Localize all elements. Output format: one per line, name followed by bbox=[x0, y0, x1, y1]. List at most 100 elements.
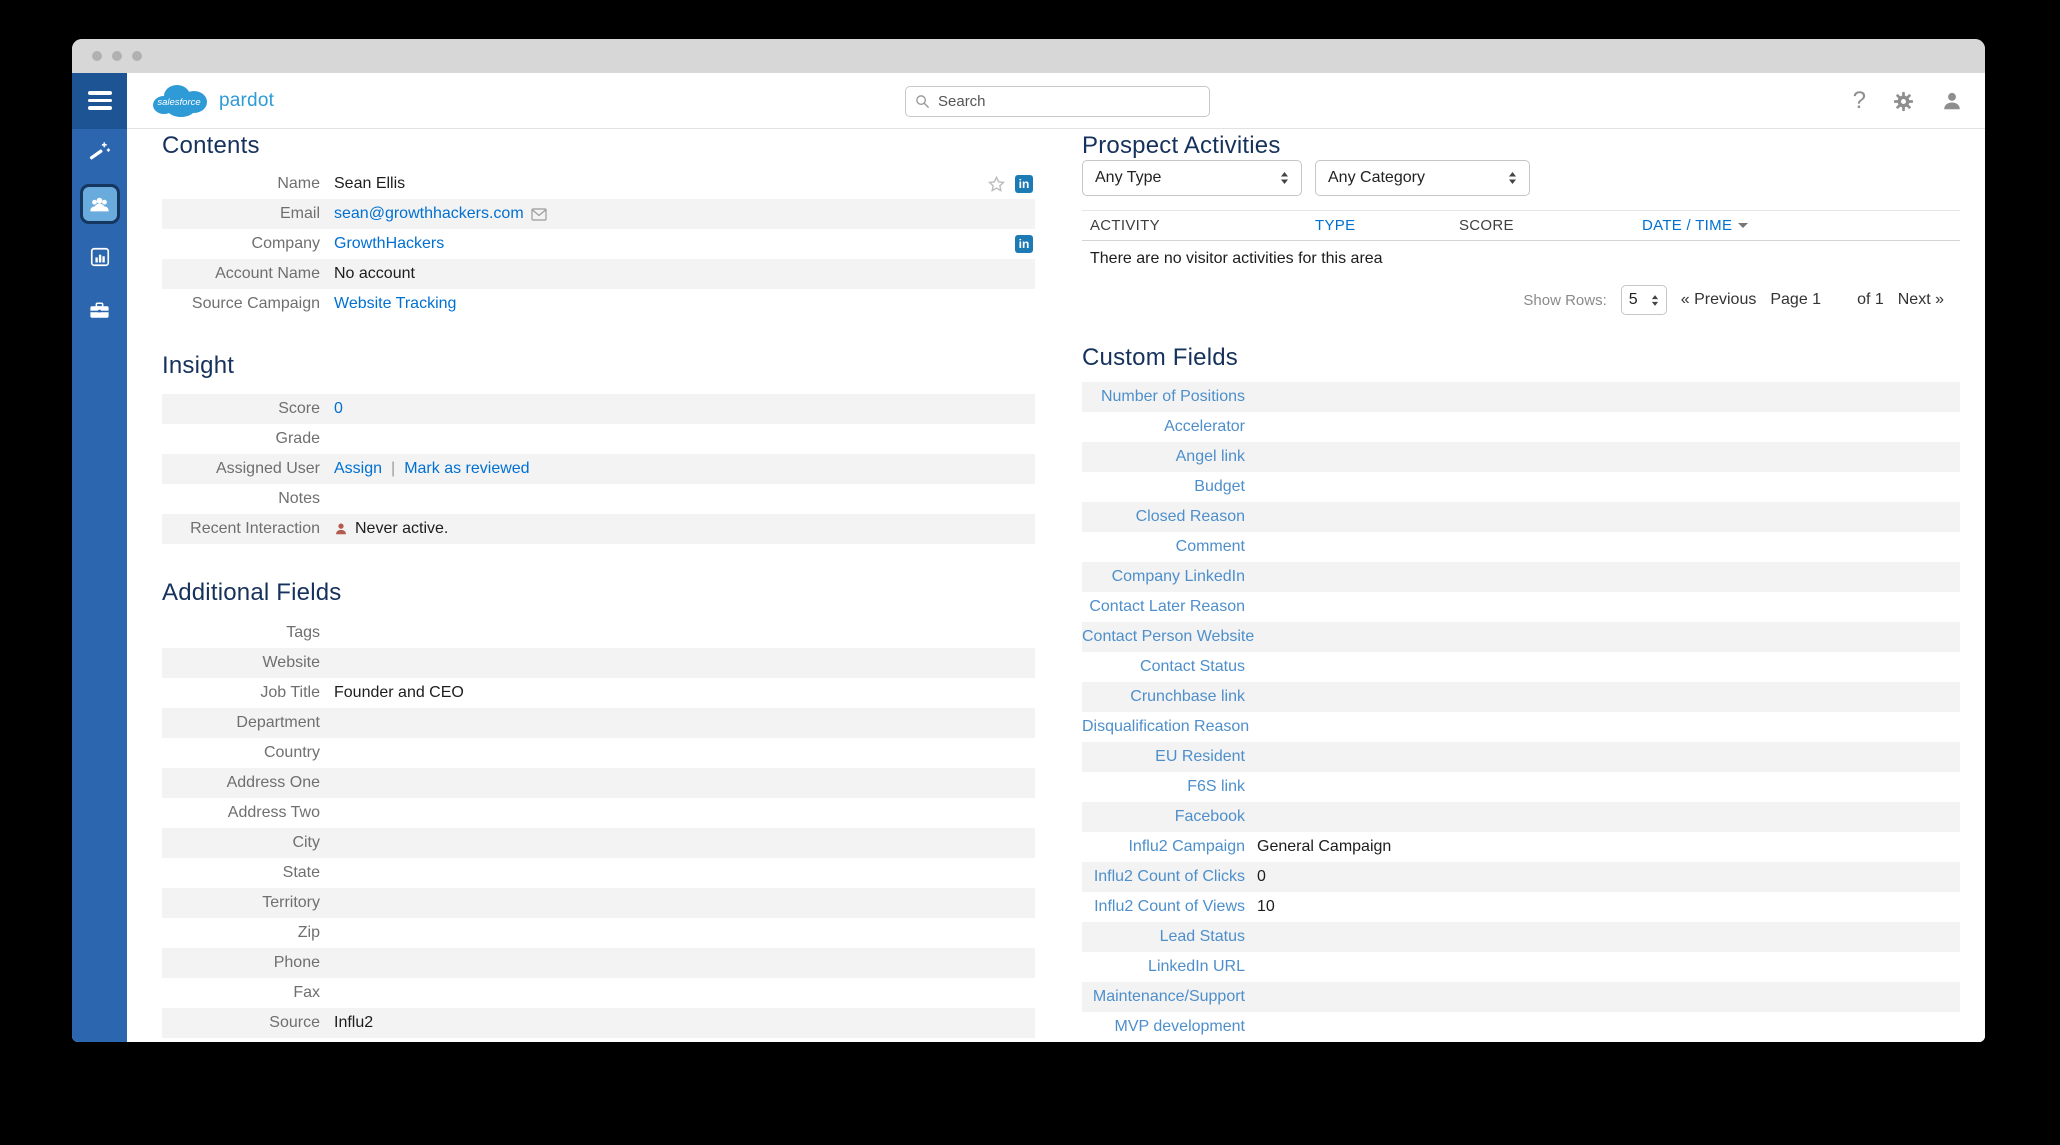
custom-field-link[interactable]: Budget bbox=[1082, 478, 1245, 496]
field-label: Company bbox=[251, 235, 320, 252]
field-link[interactable]: Mark as reviewed bbox=[404, 460, 529, 478]
field-row: Score 0 bbox=[162, 394, 1035, 424]
field-row: MVP development bbox=[1082, 1012, 1960, 1042]
custom-field-link[interactable]: Closed Reason bbox=[1082, 508, 1245, 526]
next-page-button[interactable]: Next » bbox=[1898, 291, 1944, 309]
window-close-button[interactable] bbox=[92, 51, 102, 61]
custom-field-link[interactable]: F6S link bbox=[1082, 778, 1245, 796]
custom-field-link[interactable]: Lead Status bbox=[1082, 928, 1245, 946]
activity-type-select[interactable]: Any Type bbox=[1082, 160, 1302, 196]
custom-field-link[interactable]: EU Resident bbox=[1082, 748, 1245, 766]
hamburger-menu-button[interactable] bbox=[72, 72, 127, 129]
column-header-type[interactable]: TYPE bbox=[1315, 217, 1459, 234]
field-text: Founder and CEO bbox=[334, 684, 464, 701]
select-stepper-icon bbox=[1281, 172, 1288, 184]
window-zoom-button[interactable] bbox=[132, 51, 142, 61]
column-header-label: ACTIVITY bbox=[1090, 217, 1160, 234]
field-label: Fax bbox=[293, 984, 320, 1001]
row-trailing-icons: in bbox=[987, 175, 1033, 194]
field-row: Influ2 Count of Views 10 bbox=[1082, 892, 1960, 922]
field-value: Never active. bbox=[334, 520, 1035, 538]
field-row: Contact Later Reason bbox=[1082, 592, 1960, 622]
row-trailing-icons: in bbox=[1015, 235, 1033, 253]
field-text: 10 bbox=[1257, 898, 1275, 915]
activity-category-select[interactable]: Any Category bbox=[1315, 160, 1530, 196]
sidebar-item-reports[interactable] bbox=[80, 237, 120, 277]
custom-field-link[interactable]: Number of Positions bbox=[1082, 388, 1245, 406]
field-value: Assign | Mark as reviewed bbox=[334, 460, 1035, 478]
sort-caret-icon bbox=[1738, 223, 1749, 228]
field-label: Department bbox=[236, 714, 320, 731]
field-value: 0 bbox=[334, 400, 1035, 418]
field-row: Recent Interaction Never active. bbox=[162, 514, 1035, 544]
sidebar-item-marketing[interactable] bbox=[80, 290, 120, 330]
field-label: Tags bbox=[286, 624, 320, 641]
custom-field-link[interactable]: LinkedIn URL bbox=[1082, 958, 1245, 976]
sidebar-item-prospects[interactable] bbox=[79, 184, 120, 224]
field-label: Website bbox=[262, 654, 320, 671]
field-value: 10 bbox=[1257, 898, 1960, 916]
show-rows-value: 5 bbox=[1628, 291, 1638, 308]
custom-field-link[interactable]: Maintenance/Support bbox=[1082, 988, 1245, 1006]
custom-field-link[interactable]: Contact Person Website bbox=[1082, 628, 1254, 646]
field-row: Name Sean Ellis in bbox=[162, 169, 1035, 199]
field-link[interactable]: 0 bbox=[334, 400, 343, 418]
custom-field-link[interactable]: Contact Later Reason bbox=[1082, 598, 1245, 616]
field-row: Budget bbox=[1082, 472, 1960, 502]
field-label: Territory bbox=[262, 894, 320, 911]
field-text: No account bbox=[334, 265, 415, 282]
field-row: Grade bbox=[162, 424, 1035, 454]
custom-field-link[interactable]: Disqualification Reason bbox=[1082, 718, 1249, 736]
custom-field-link[interactable]: Angel link bbox=[1082, 448, 1245, 466]
activity-table-header: ACTIVITY TYPE SCORE DATE / TIME bbox=[1082, 210, 1960, 241]
custom-field-link[interactable]: Contact Status bbox=[1082, 658, 1245, 676]
field-row: Number of Positions bbox=[1082, 382, 1960, 412]
custom-field-link[interactable]: Crunchbase link bbox=[1082, 688, 1245, 706]
insight-field-list: Score 0 Grade Assigned User Assign | Mark as r… bbox=[162, 394, 1035, 544]
search-input[interactable] bbox=[905, 86, 1210, 117]
field-text: Never active. bbox=[355, 520, 449, 537]
global-search bbox=[905, 86, 1210, 117]
envelope-icon[interactable] bbox=[531, 207, 547, 221]
field-link[interactable]: Website Tracking bbox=[334, 295, 456, 313]
help-icon[interactable]: ? bbox=[1853, 89, 1866, 113]
custom-field-link[interactable]: Company LinkedIn bbox=[1082, 568, 1245, 586]
custom-field-link[interactable]: Influ2 Count of Clicks bbox=[1082, 868, 1245, 886]
custom-field-link[interactable]: Comment bbox=[1082, 538, 1245, 556]
additional-field-list: Tags Website Job Title Founder and CEO Depar… bbox=[162, 618, 1035, 1038]
field-text: Sean Ellis bbox=[334, 175, 406, 192]
linkedin-icon[interactable]: in bbox=[1015, 235, 1033, 253]
field-row: Angel link bbox=[1082, 442, 1960, 472]
field-label: Source bbox=[269, 1014, 320, 1031]
show-rows-select[interactable]: 5 bbox=[1620, 285, 1667, 315]
window-minimize-button[interactable] bbox=[112, 51, 122, 61]
field-link[interactable]: GrowthHackers bbox=[334, 235, 444, 253]
custom-field-link[interactable]: Influ2 Campaign bbox=[1082, 838, 1245, 856]
field-row: Crunchbase link bbox=[1082, 682, 1960, 712]
user-icon[interactable] bbox=[1941, 90, 1963, 112]
field-label: Address Two bbox=[227, 804, 320, 821]
column-header-date-time[interactable]: DATE / TIME bbox=[1642, 217, 1960, 234]
star-icon[interactable] bbox=[987, 175, 1006, 194]
custom-field-link[interactable]: Facebook bbox=[1082, 808, 1245, 826]
field-value: No account bbox=[334, 265, 1035, 283]
custom-field-link[interactable]: Accelerator bbox=[1082, 418, 1245, 436]
field-label: Job Title bbox=[260, 684, 320, 701]
custom-field-link[interactable]: Influ2 Count of Views bbox=[1082, 898, 1245, 916]
field-label: Account Name bbox=[215, 265, 320, 282]
gear-icon[interactable] bbox=[1892, 90, 1915, 113]
briefcase-icon bbox=[90, 301, 109, 318]
field-row: Website bbox=[162, 648, 1035, 678]
field-value: Founder and CEO bbox=[334, 684, 1035, 702]
field-row: Closed Reason bbox=[1082, 502, 1960, 532]
field-value: Influ2 bbox=[334, 1014, 1035, 1032]
field-link[interactable]: Assign bbox=[334, 460, 382, 478]
field-row: City bbox=[162, 828, 1035, 858]
custom-field-link[interactable]: MVP development bbox=[1082, 1018, 1245, 1036]
field-row: Territory bbox=[162, 888, 1035, 918]
linkedin-icon[interactable]: in bbox=[1015, 175, 1033, 193]
field-label: State bbox=[282, 864, 320, 881]
field-link[interactable]: sean@growthhackers.com bbox=[334, 205, 524, 223]
sidebar-item-automation[interactable] bbox=[80, 131, 120, 171]
previous-page-button[interactable]: « Previous bbox=[1681, 291, 1757, 309]
